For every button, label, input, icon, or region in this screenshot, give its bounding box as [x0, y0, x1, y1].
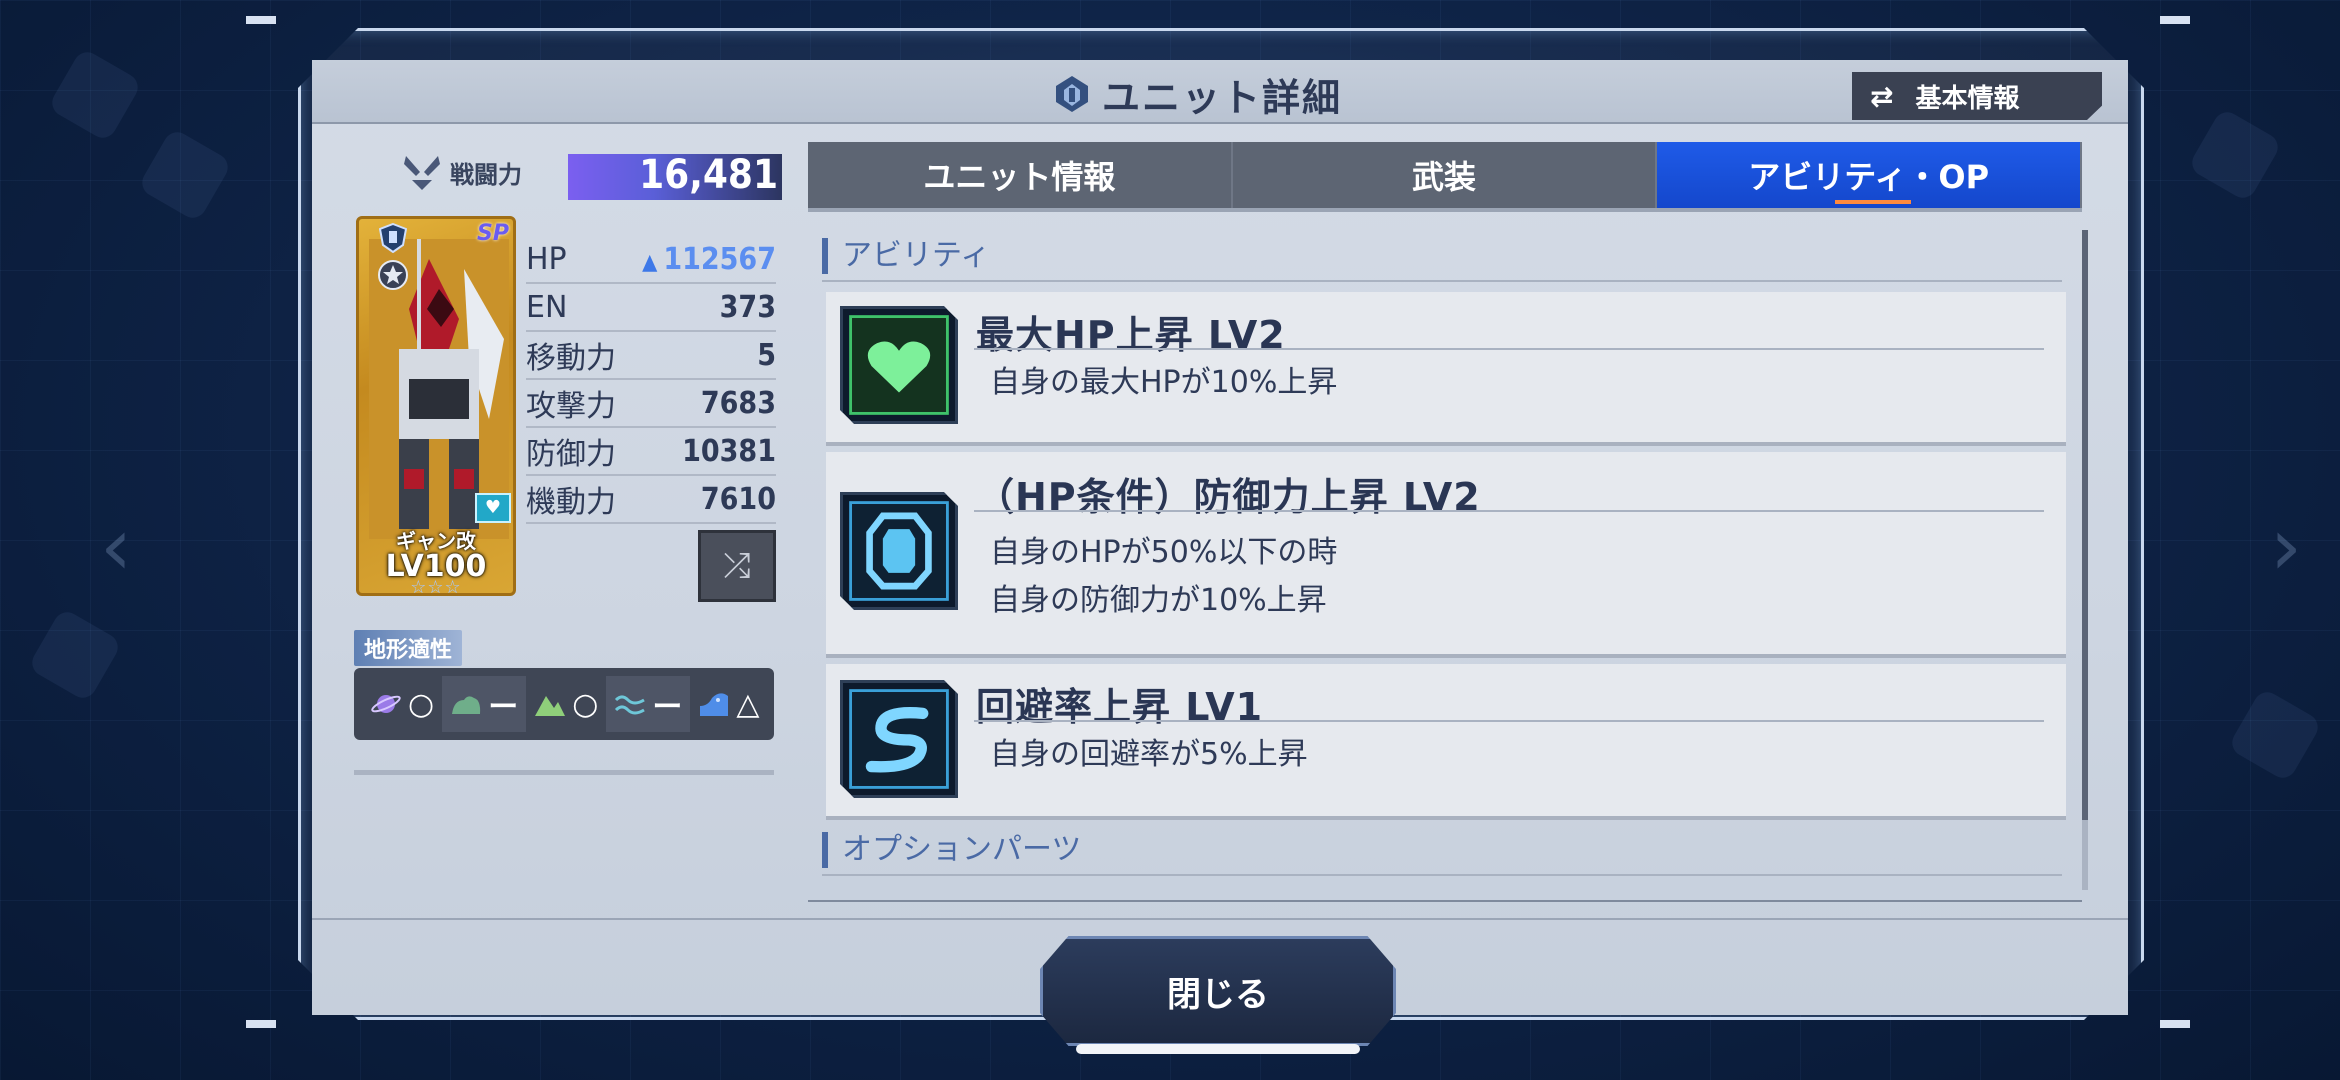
- ability-divider: [974, 348, 2044, 350]
- ability-desc-line: 自身のHPが50%以下の時: [990, 535, 1338, 570]
- tab-unit-info[interactable]: ユニット情報: [808, 142, 1233, 208]
- basic-info-button[interactable]: ⇄ 基本情報: [1852, 72, 2102, 120]
- basic-info-label: 基本情報: [1915, 83, 2020, 114]
- frame-corner-mark: [2160, 1020, 2190, 1028]
- swap-unit-button[interactable]: ⤮: [698, 530, 776, 602]
- evasion-icon: [840, 680, 958, 798]
- stat-value: 7610: [700, 481, 776, 517]
- combat-power-row: 戦闘力: [400, 150, 522, 194]
- stat-value: 373: [719, 289, 776, 325]
- frame-corner-mark: [2160, 16, 2190, 24]
- stat-row-en: EN 373: [526, 284, 776, 332]
- content-bottom-rule: [808, 900, 2082, 902]
- close-button[interactable]: 閉じる: [1040, 936, 1396, 1046]
- terrain-underwater: △: [690, 681, 767, 728]
- combat-power-label: 戦闘力: [450, 160, 522, 189]
- up-arrow-icon: ▲: [642, 249, 658, 275]
- ability-title: （HP条件）防御力上昇 LV2: [976, 475, 1481, 519]
- terrain-rank: ー: [652, 690, 683, 725]
- terrain-rank: ー: [488, 690, 519, 725]
- stat-value: ▲ 112567: [642, 242, 776, 277]
- footer-divider: [312, 918, 2128, 920]
- section-divider: [822, 874, 2062, 876]
- left-divider: [354, 770, 774, 775]
- prev-unit-arrow-icon[interactable]: ‹: [100, 500, 132, 593]
- unit-emblem-icon: [1056, 76, 1088, 112]
- tab-abilities-op[interactable]: アビリティ・OP: [1657, 142, 2083, 208]
- stat-label: HP: [526, 241, 567, 277]
- space-icon: [371, 695, 401, 713]
- tabs-underline: [808, 208, 2082, 212]
- stat-value: 5: [757, 337, 776, 373]
- shuffle-icon: ⤮: [723, 546, 751, 586]
- stat-value: 7683: [700, 385, 776, 421]
- terrain-air: ー: [442, 676, 527, 732]
- stat-row-defense: 防御力 10381: [526, 428, 776, 476]
- air-icon: [452, 696, 481, 714]
- ability-title: 最大HP上昇 LV2: [976, 313, 1286, 357]
- ground-icon: [535, 696, 566, 716]
- ability-card[interactable]: 最大HP上昇 LV2 自身の最大HPが10%上昇: [826, 292, 2066, 446]
- terrain-rank: △: [736, 686, 760, 722]
- combat-power-value: 16,481: [639, 152, 778, 198]
- underwater-icon: [700, 693, 729, 716]
- ability-desc-line: 自身の最大HPが10%上昇: [990, 365, 1338, 400]
- terrain-label: 地形適性: [354, 630, 463, 666]
- stat-value: 10381: [682, 433, 776, 469]
- stat-row-mobility: 機動力 7610: [526, 476, 776, 524]
- terrain-rank: ○: [408, 686, 435, 722]
- next-unit-arrow-icon[interactable]: ›: [2270, 500, 2302, 593]
- stat-label: 機動力: [526, 485, 616, 520]
- ability-card[interactable]: （HP条件）防御力上昇 LV2 自身のHPが50%以下の時 自身の防御力が10%…: [826, 452, 2066, 658]
- stat-label: 攻撃力: [526, 389, 616, 424]
- hp-value: 112567: [663, 241, 776, 277]
- abilities-section-header: アビリティ: [822, 238, 990, 274]
- title-area: ユニット詳細: [1050, 68, 1342, 120]
- stat-label: 防御力: [526, 437, 616, 472]
- scrollbar-thumb[interactable]: [2082, 230, 2088, 820]
- section-divider: [822, 280, 2062, 282]
- stat-row-move: 移動力 5: [526, 332, 776, 380]
- terrain-aptitude: ○ ー ○ ー △: [354, 668, 774, 740]
- terrain-space: ○: [362, 681, 442, 728]
- ability-card[interactable]: 回避率上昇 LV1 自身の回避率が5%上昇: [826, 664, 2066, 820]
- ability-title: 回避率上昇 LV1: [976, 685, 1264, 729]
- ability-desc-line: 自身の防御力が10%上昇: [990, 583, 1327, 618]
- frame-corner-mark: [246, 16, 276, 24]
- tab-weapons[interactable]: 武装: [1233, 142, 1658, 208]
- ability-desc-line: 自身の回避率が5%上昇: [990, 737, 1308, 772]
- frame-corner-mark: [246, 1020, 276, 1028]
- options-section-header: オプションパーツ: [822, 832, 1081, 868]
- shield-icon: [840, 492, 958, 610]
- stat-row-hp: HP ▲ 112567: [526, 236, 776, 284]
- page-title: ユニット詳細: [1102, 75, 1343, 120]
- ability-divider: [974, 510, 2044, 512]
- heart-icon: [840, 306, 958, 424]
- water-icon: [615, 695, 646, 715]
- terrain-water: ー: [606, 676, 691, 732]
- rank-shield-icon: [379, 223, 407, 253]
- terrain-ground: ○: [526, 681, 606, 728]
- ability-divider: [974, 720, 2044, 722]
- unit-stats: HP ▲ 112567 EN 373 移動力 5 攻撃力 7683 防御力 103…: [526, 236, 776, 524]
- star-medal-icon: [378, 260, 408, 290]
- sp-badge: SP: [477, 221, 509, 246]
- stat-label: EN: [526, 289, 568, 325]
- detail-tabs: ユニット情報 武装 アビリティ・OP: [808, 142, 2083, 208]
- close-label: 閉じる: [1167, 974, 1269, 1015]
- stat-row-attack: 攻撃力 7683: [526, 380, 776, 428]
- heart-badge-icon: ♥: [475, 493, 511, 523]
- shuffle-icon: ⇄: [1870, 79, 1894, 113]
- home-indicator[interactable]: [1076, 1044, 1360, 1054]
- stat-label: 移動力: [526, 341, 616, 376]
- terrain-rank: ○: [572, 686, 599, 722]
- unit-stars: ☆☆☆: [410, 577, 462, 596]
- unit-card[interactable]: SP ♥ ギャン改 LV100 ☆☆☆: [356, 216, 516, 596]
- crossed-swords-icon: [404, 156, 440, 190]
